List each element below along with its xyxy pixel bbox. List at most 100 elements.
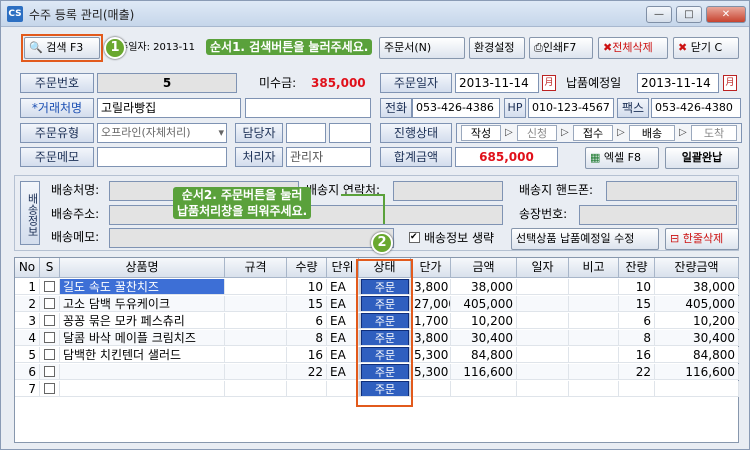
settings-button[interactable]: 환경설정 <box>469 37 525 59</box>
set-delivery-date-button[interactable]: 선택상품 납품예정일 수정 <box>511 228 659 250</box>
table-cell[interactable] <box>619 381 655 397</box>
table-cell[interactable] <box>569 347 619 363</box>
row-select-checkbox[interactable] <box>44 366 55 377</box>
table-cell[interactable]: 8 <box>287 330 327 346</box>
table-cell[interactable] <box>40 313 60 329</box>
table-cell[interactable] <box>225 279 287 295</box>
client-extra-field[interactable] <box>245 98 371 118</box>
table-cell[interactable]: 고소 담백 두유케이크 <box>60 296 225 312</box>
table-cell[interactable] <box>517 381 569 397</box>
close-window-button[interactable]: ✕ <box>706 6 746 23</box>
minimize-button[interactable]: — <box>646 6 672 23</box>
fax-field[interactable]: 053-426-4380 <box>651 98 741 118</box>
table-cell[interactable] <box>40 296 60 312</box>
table-cell[interactable] <box>40 279 60 295</box>
table-cell[interactable] <box>40 330 60 346</box>
table-cell[interactable]: EA <box>327 296 359 312</box>
table-cell[interactable]: 15 <box>619 296 655 312</box>
order-doc-button[interactable]: 주문서(N) <box>379 37 465 59</box>
excel-button[interactable]: ▦ 엑셀 F8 <box>585 147 659 169</box>
table-cell[interactable]: 84,800 <box>655 347 739 363</box>
table-cell[interactable]: 3,800 <box>411 279 451 295</box>
table-cell[interactable]: EA <box>327 364 359 380</box>
table-cell[interactable]: 10 <box>287 279 327 295</box>
table-cell[interactable] <box>40 364 60 380</box>
table-cell[interactable] <box>225 330 287 346</box>
handler-field[interactable]: 관리자 <box>286 147 371 167</box>
table-cell[interactable]: 5,300 <box>411 347 451 363</box>
table-cell[interactable] <box>569 381 619 397</box>
invoice-field[interactable] <box>579 205 737 225</box>
row-select-checkbox[interactable] <box>44 315 55 326</box>
omit-shipping-checkbox[interactable]: ✔ <box>409 232 420 243</box>
row-select-checkbox[interactable] <box>44 349 55 360</box>
table-cell[interactable] <box>569 313 619 329</box>
table-cell[interactable]: 3 <box>15 313 40 329</box>
row-select-checkbox[interactable] <box>44 281 55 292</box>
table-cell[interactable]: EA <box>327 347 359 363</box>
table-cell[interactable]: 116,600 <box>451 364 517 380</box>
maximize-button[interactable]: □ <box>676 6 702 23</box>
table-cell[interactable]: 2 <box>15 296 40 312</box>
table-cell[interactable]: 38,000 <box>655 279 739 295</box>
table-cell[interactable]: EA <box>327 279 359 295</box>
table-cell[interactable]: 꽁꽁 묶은 모카 페스츄리 <box>60 313 225 329</box>
table-cell[interactable]: 3,800 <box>411 330 451 346</box>
table-cell[interactable]: 30,400 <box>655 330 739 346</box>
delivery-date-field[interactable]: 2013-11-14 <box>637 73 719 93</box>
table-cell[interactable]: 405,000 <box>655 296 739 312</box>
table-cell[interactable] <box>517 330 569 346</box>
table-cell[interactable] <box>569 364 619 380</box>
table-cell[interactable]: 22 <box>287 364 327 380</box>
table-cell[interactable]: 달콤 바삭 메이플 크림치즈 <box>60 330 225 346</box>
table-cell[interactable]: 5 <box>15 347 40 363</box>
memo-field[interactable] <box>97 147 227 167</box>
table-cell[interactable]: 1,700 <box>411 313 451 329</box>
table-cell[interactable] <box>287 381 327 397</box>
row-select-checkbox[interactable] <box>44 383 55 394</box>
hp-field[interactable]: 010-123-4567 <box>528 98 614 118</box>
table-cell[interactable]: EA <box>327 313 359 329</box>
table-cell[interactable]: 116,600 <box>655 364 739 380</box>
table-cell[interactable]: 7 <box>15 381 40 397</box>
table-cell[interactable] <box>40 347 60 363</box>
table-cell[interactable] <box>40 381 60 397</box>
table-cell[interactable]: 16 <box>619 347 655 363</box>
table-cell[interactable]: 길도 속도 꿀찬치즈 <box>60 279 225 295</box>
table-cell[interactable] <box>225 347 287 363</box>
close-button[interactable]: ✖ 닫기 C <box>673 37 739 59</box>
table-cell[interactable] <box>411 381 451 397</box>
delete-row-button[interactable]: ⊟ 한줄삭제 <box>665 228 739 250</box>
ship-mobile-field[interactable] <box>606 181 737 201</box>
row-select-checkbox[interactable] <box>44 332 55 343</box>
client-field[interactable]: 고릴라빵집 <box>97 98 241 118</box>
complete-all-button[interactable]: 일괄완납 <box>665 147 739 169</box>
table-cell[interactable] <box>225 381 287 397</box>
delete-all-button[interactable]: ✖전체삭제 <box>598 37 668 59</box>
table-cell[interactable] <box>225 313 287 329</box>
table-cell[interactable] <box>655 381 739 397</box>
table-cell[interactable] <box>60 381 225 397</box>
table-cell[interactable]: 1 <box>15 279 40 295</box>
print-button[interactable]: ⎙인쇄F7 <box>529 37 593 59</box>
table-cell[interactable]: 10,200 <box>655 313 739 329</box>
table-cell[interactable] <box>517 364 569 380</box>
calendar-icon[interactable]: 月 <box>542 75 556 91</box>
table-cell[interactable] <box>451 381 517 397</box>
table-cell[interactable]: 10,200 <box>451 313 517 329</box>
table-cell[interactable]: 5,300 <box>411 364 451 380</box>
table-cell[interactable]: 담백한 치킨텐더 샐러드 <box>60 347 225 363</box>
phone-field[interactable]: 053-426-4386 <box>412 98 500 118</box>
table-cell[interactable]: 8 <box>619 330 655 346</box>
manager-extra-field[interactable] <box>329 123 371 143</box>
table-cell[interactable]: 22 <box>619 364 655 380</box>
table-cell[interactable]: EA <box>327 330 359 346</box>
table-cell[interactable] <box>517 313 569 329</box>
order-date-field[interactable]: 2013-11-14 <box>455 73 539 93</box>
ship-contact-field[interactable] <box>393 181 503 201</box>
table-cell[interactable] <box>517 296 569 312</box>
table-cell[interactable] <box>225 364 287 380</box>
calendar-icon[interactable]: 月 <box>723 75 737 91</box>
table-cell[interactable] <box>517 279 569 295</box>
table-cell[interactable]: 6 <box>619 313 655 329</box>
